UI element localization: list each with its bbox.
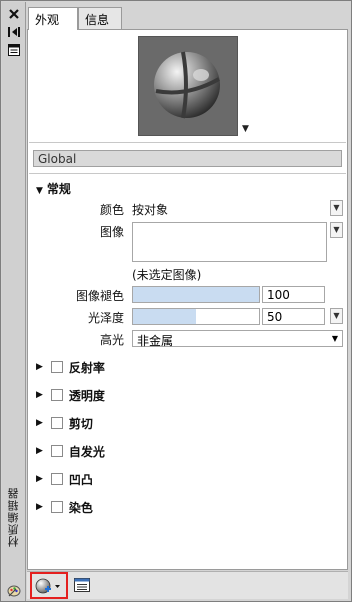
collapse-arrow-icon: ▶ (36, 502, 43, 512)
color-label: 颜色 (99, 203, 124, 217)
material-editor-window: 材质编辑器 外观 信息 ▼ Global ▼ 常规 颜色 按对象 ▼ 图像 ▼ … (0, 0, 352, 602)
glossiness-slider[interactable] (132, 308, 260, 325)
palette-title-bar[interactable]: 材质编辑器 (2, 2, 26, 601)
create-material-icon (35, 578, 60, 593)
section-reflectivity-label: 反射率 (68, 360, 105, 375)
palette-icon[interactable] (7, 584, 21, 598)
collapse-arrow-icon: ▶ (36, 362, 43, 372)
material-preview[interactable] (138, 36, 238, 136)
material-sphere-icon (139, 37, 237, 135)
collapse-arrow-icon: ▶ (36, 446, 43, 456)
tab-info[interactable]: 信息 (78, 7, 122, 29)
section-general-title: 常规 (46, 182, 71, 196)
section-cutout[interactable]: ▶ 剪切 (36, 414, 93, 432)
tab-appearance[interactable]: 外观 (28, 7, 78, 30)
glossiness-label: 光泽度 (87, 311, 124, 325)
section-self-illumination-label: 自发光 (68, 444, 105, 459)
image-caption: (未选定图像) (132, 268, 202, 282)
section-reflectivity[interactable]: ▶ 反射率 (36, 358, 105, 376)
create-material-button[interactable] (30, 572, 68, 599)
section-cutout-label: 剪切 (68, 416, 93, 431)
appearance-panel: ▼ Global ▼ 常规 颜色 按对象 ▼ 图像 ▼ (未选定图像) 图像褪色 … (27, 29, 348, 570)
image-label: 图像 (99, 225, 124, 239)
highlight-label: 高光 (99, 333, 124, 347)
properties-icon[interactable] (7, 43, 21, 57)
image-slot[interactable] (132, 222, 327, 262)
divider (29, 173, 346, 174)
tab-info-label: 信息 (85, 13, 110, 27)
section-transparency-label: 透明度 (68, 388, 105, 403)
divider (29, 142, 346, 143)
chevron-down-icon: ▼ (331, 334, 338, 343)
section-transparency[interactable]: ▶ 透明度 (36, 386, 105, 404)
bottom-toolbar (27, 571, 348, 599)
section-self-illumination[interactable]: ▶ 自发光 (36, 442, 105, 460)
collapse-arrow-icon: ▶ (36, 390, 43, 400)
image-fade-slider[interactable] (132, 286, 260, 303)
glossiness-dropdown-button[interactable]: ▼ (330, 308, 343, 324)
glossiness-input[interactable]: 50 (262, 308, 325, 325)
cutout-checkbox[interactable] (50, 417, 63, 429)
reflectivity-checkbox[interactable] (50, 361, 63, 373)
expand-arrow-icon: ▼ (36, 186, 43, 196)
material-name-field[interactable]: Global (33, 150, 342, 167)
window-title: 材质编辑器 (7, 487, 20, 547)
collapse-arrow-icon: ▶ (36, 474, 43, 484)
section-bump[interactable]: ▶ 凹凸 (36, 470, 93, 488)
transparency-checkbox[interactable] (50, 389, 63, 401)
section-tint-label: 染色 (68, 500, 93, 515)
self-illumination-checkbox[interactable] (50, 445, 63, 457)
image-dropdown-button[interactable]: ▼ (330, 222, 343, 238)
image-fade-slider-fill (133, 287, 259, 302)
section-general-header[interactable]: ▼ 常规 (36, 180, 71, 197)
bump-checkbox[interactable] (50, 473, 63, 485)
tint-checkbox[interactable] (50, 501, 63, 513)
tab-appearance-label: 外观 (35, 13, 60, 27)
section-bump-label: 凹凸 (68, 472, 93, 487)
glossiness-slider-fill (133, 309, 196, 324)
auto-hide-icon[interactable] (7, 25, 21, 39)
section-tint[interactable]: ▶ 染色 (36, 498, 93, 516)
color-dropdown-button[interactable]: ▼ (330, 200, 343, 216)
preview-options-icon[interactable]: ▼ (242, 124, 249, 134)
material-browser-icon[interactable] (74, 578, 90, 592)
collapse-arrow-icon: ▶ (36, 418, 43, 428)
highlight-select[interactable]: 非金属 ▼ (132, 330, 343, 348)
highlight-value: 非金属 (137, 334, 174, 348)
image-fade-label: 图像褪色 (75, 289, 124, 303)
close-icon[interactable] (7, 7, 21, 21)
color-value[interactable]: 按对象 (132, 201, 168, 218)
image-fade-input[interactable]: 100 (262, 286, 325, 303)
